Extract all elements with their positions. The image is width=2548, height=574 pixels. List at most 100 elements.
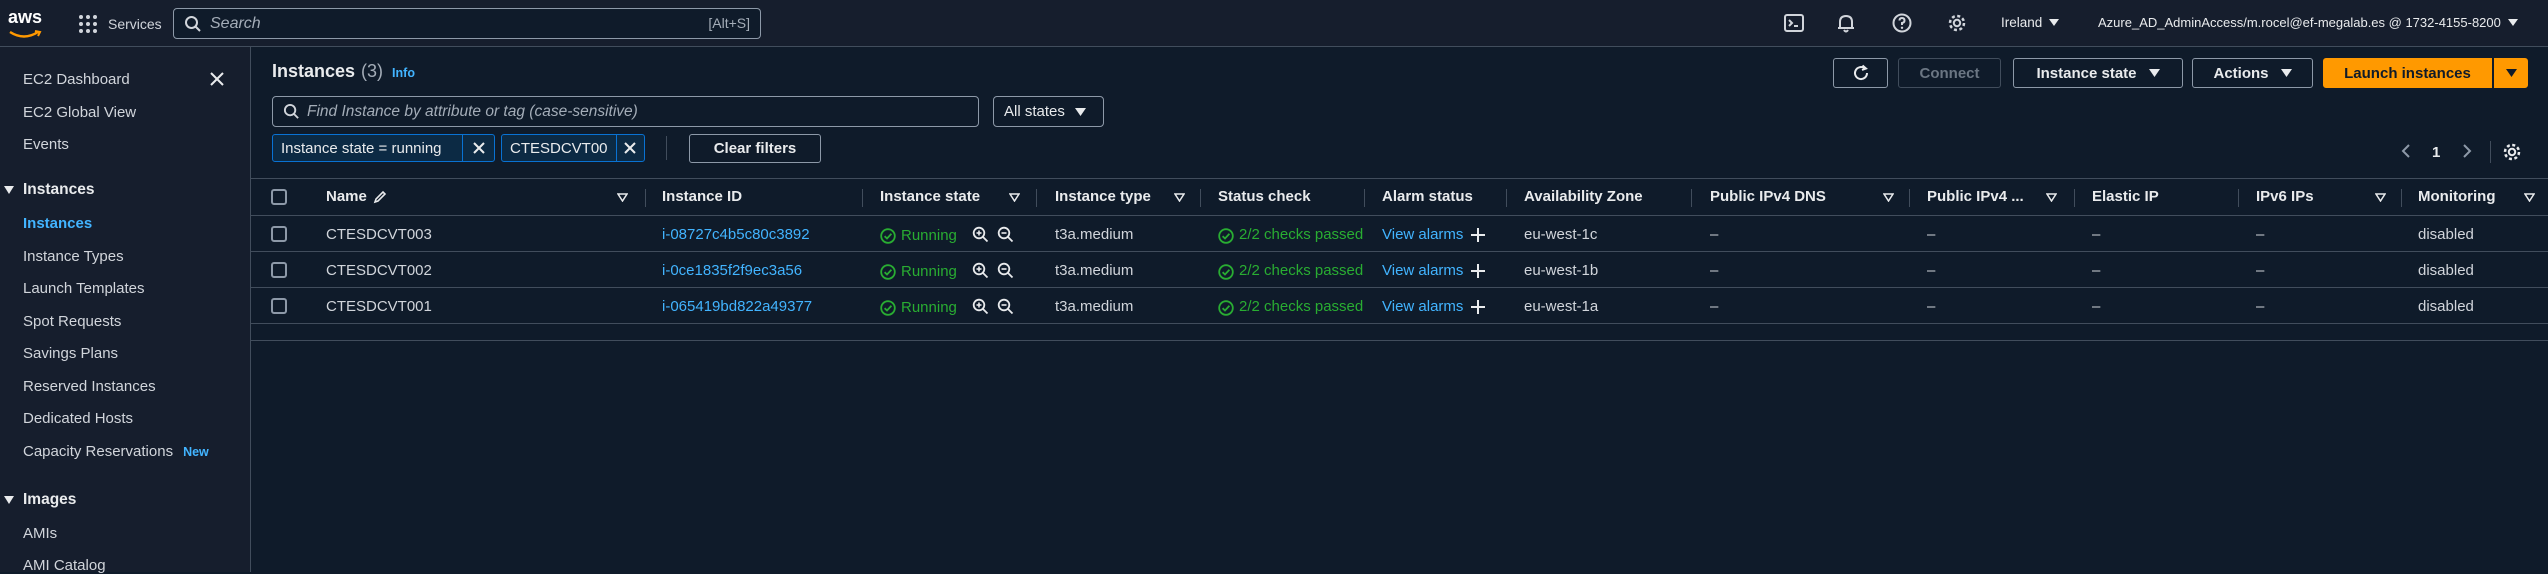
view-alarms-link[interactable]: View alarms <box>1382 226 1463 243</box>
zoom-out-icon[interactable] <box>997 298 1014 315</box>
sidebar-item-capacity-reservations[interactable]: Capacity Reservations New <box>23 443 209 460</box>
column-header-ipv6-ips[interactable]: IPv6 IPs <box>2256 188 2314 205</box>
view-alarms-link[interactable]: View alarms <box>1382 262 1463 279</box>
close-icon[interactable] <box>209 71 225 87</box>
instance-id-link[interactable]: i-08727c4b5c80c3892 <box>662 226 810 243</box>
sort-caret-icon[interactable] <box>617 193 628 202</box>
add-alarm-plus-icon[interactable] <box>1470 227 1486 243</box>
instance-id-link[interactable]: i-065419bd822a49377 <box>662 298 812 315</box>
column-header-public-ipv4[interactable]: Public IPv4 ... <box>1927 188 2024 205</box>
instance-id-link[interactable]: i-0ce1835f2f9ec3a56 <box>662 262 802 279</box>
sidebar-item-instances[interactable]: Instances <box>23 215 92 232</box>
sort-caret-icon[interactable] <box>2375 193 2386 202</box>
zoom-in-icon[interactable] <box>972 262 989 279</box>
sort-caret-icon[interactable] <box>2524 193 2535 202</box>
instance-filter-input[interactable] <box>307 97 957 126</box>
column-separator[interactable] <box>2401 189 2402 207</box>
column-header-instance-id[interactable]: Instance ID <box>662 188 742 205</box>
column-header-instance-state[interactable]: Instance state <box>880 188 980 205</box>
status-check-value: 2/2 checks passed <box>1239 226 1364 243</box>
column-header-monitoring[interactable]: Monitoring <box>2418 188 2495 205</box>
sidebar-item-events[interactable]: Events <box>23 136 69 153</box>
zoom-out-icon[interactable] <box>997 262 1014 279</box>
instance-filter-box[interactable] <box>272 96 979 127</box>
column-separator[interactable] <box>645 189 646 207</box>
column-header-elastic-ip[interactable]: Elastic IP <box>2092 188 2159 205</box>
ipv6-value: – <box>2256 226 2265 243</box>
column-separator[interactable] <box>1036 189 1037 207</box>
settings-gear-icon[interactable] <box>1947 13 1967 33</box>
global-search-box[interactable]: [Alt+S] <box>173 8 761 39</box>
row-checkbox[interactable] <box>271 226 287 242</box>
sidebar-section-instances[interactable]: Instances <box>0 181 95 199</box>
sort-caret-icon[interactable] <box>1883 193 1894 202</box>
state-select[interactable]: All states <box>993 96 1104 127</box>
column-header-public-ipv4-dns[interactable]: Public IPv4 DNS <box>1710 188 1826 205</box>
global-search-input[interactable] <box>210 9 670 38</box>
info-link[interactable]: Info <box>392 66 415 80</box>
public-dns-value: – <box>1710 262 1719 279</box>
column-separator[interactable] <box>2238 189 2239 207</box>
column-separator[interactable] <box>2074 189 2075 207</box>
sort-caret-icon[interactable] <box>1009 193 1020 202</box>
column-separator[interactable] <box>1200 189 1201 207</box>
filter-chip-label: Instance state = running <box>281 139 442 157</box>
zoom-in-icon[interactable] <box>972 226 989 243</box>
sidebar-item-ec2-global-view[interactable]: EC2 Global View <box>23 104 136 121</box>
new-badge: New <box>183 444 209 459</box>
status-check-value: 2/2 checks passed <box>1239 298 1364 315</box>
sidebar-section-images[interactable]: Images <box>0 491 76 509</box>
select-all-checkbox[interactable] <box>271 189 287 205</box>
add-alarm-plus-icon[interactable] <box>1470 299 1486 315</box>
column-header-alarm-status[interactable]: Alarm status <box>1382 188 1473 205</box>
notifications-bell-icon[interactable] <box>1836 13 1856 33</box>
aws-logo[interactable]: aws <box>8 8 44 38</box>
column-header-availability-zone[interactable]: Availability Zone <box>1524 188 1643 205</box>
sidebar-item-instance-types[interactable]: Instance Types <box>23 248 124 265</box>
zoom-out-icon[interactable] <box>997 226 1014 243</box>
connect-button[interactable]: Connect <box>1898 58 2001 88</box>
sidebar-item-amis[interactable]: AMIs <box>23 525 57 542</box>
remove-filter-button[interactable] <box>462 135 494 161</box>
chevron-left-icon[interactable] <box>2401 143 2411 159</box>
sidebar-item-launch-templates[interactable]: Launch Templates <box>23 280 144 297</box>
sort-caret-icon[interactable] <box>1174 193 1185 202</box>
column-separator[interactable] <box>1506 189 1507 207</box>
sidebar-item-dedicated-hosts[interactable]: Dedicated Hosts <box>23 410 133 427</box>
clear-filters-button[interactable]: Clear filters <box>689 134 821 163</box>
column-separator[interactable] <box>1909 189 1910 207</box>
help-icon[interactable] <box>1892 13 1912 33</box>
sidebar-item-ami-catalog[interactable]: AMI Catalog <box>23 557 106 574</box>
add-alarm-plus-icon[interactable] <box>1470 263 1486 279</box>
row-checkbox[interactable] <box>271 262 287 278</box>
column-separator[interactable] <box>1691 189 1692 207</box>
account-menu[interactable]: Azure_AD_AdminAccess/m.rocel@ef-megalab.… <box>2098 15 2518 30</box>
sidebar-item-reserved-instances[interactable]: Reserved Instances <box>23 378 156 395</box>
ipv6-value: – <box>2256 262 2265 279</box>
services-menu-button[interactable]: Services <box>78 13 162 35</box>
column-header-status-check[interactable]: Status check <box>1218 188 1311 205</box>
column-header-instance-type[interactable]: Instance type <box>1055 188 1151 205</box>
column-separator[interactable] <box>1364 189 1365 207</box>
row-checkbox[interactable] <box>271 298 287 314</box>
remove-filter-button[interactable] <box>615 135 644 161</box>
sidebar-item-ec2-dashboard[interactable]: EC2 Dashboard <box>23 71 130 88</box>
instance-state-button[interactable]: Instance state <box>2013 58 2183 88</box>
column-separator[interactable] <box>862 189 863 207</box>
instance-type-value: t3a.medium <box>1055 262 1134 279</box>
launch-instances-button[interactable]: Launch instances <box>2323 58 2492 88</box>
page-number[interactable]: 1 <box>2432 144 2440 161</box>
sort-caret-icon[interactable] <box>2046 193 2057 202</box>
region-selector[interactable]: Ireland <box>2001 15 2060 30</box>
chevron-right-icon[interactable] <box>2462 143 2472 159</box>
actions-button[interactable]: Actions <box>2192 58 2313 88</box>
table-preferences-gear-icon[interactable] <box>2502 142 2522 162</box>
sidebar-item-savings-plans[interactable]: Savings Plans <box>23 345 118 362</box>
refresh-button[interactable] <box>1833 58 1888 88</box>
column-header-name[interactable]: Name <box>326 188 387 205</box>
view-alarms-link[interactable]: View alarms <box>1382 298 1463 315</box>
cloudshell-icon[interactable] <box>1784 13 1804 33</box>
sidebar-item-spot-requests[interactable]: Spot Requests <box>23 313 121 330</box>
launch-instances-dropdown[interactable] <box>2494 58 2528 88</box>
zoom-in-icon[interactable] <box>972 298 989 315</box>
